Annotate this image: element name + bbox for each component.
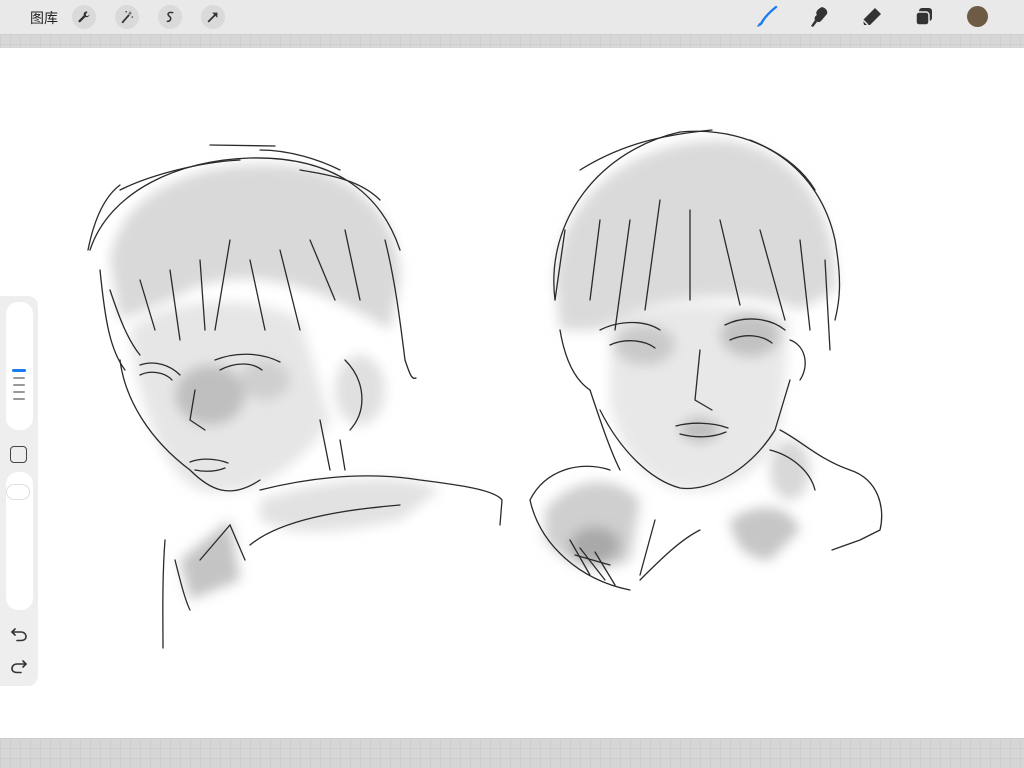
actions-button[interactable]: [72, 5, 96, 29]
left-sidebar: [0, 296, 38, 686]
sketch-artwork: [87, 129, 883, 649]
undo-button[interactable]: [9, 624, 29, 644]
size-tick: [13, 384, 25, 386]
layers-icon: [915, 8, 932, 26]
layers-button[interactable]: [911, 4, 937, 30]
selection-button[interactable]: [158, 5, 182, 29]
bottom-grid-strip: [0, 738, 1024, 768]
gallery-button[interactable]: 图库: [30, 8, 58, 28]
eraser-tool-button[interactable]: [859, 4, 885, 30]
size-tick: [13, 377, 25, 379]
smudge-tool-button[interactable]: [806, 4, 832, 30]
drawing-canvas[interactable]: [0, 48, 1024, 738]
selection-s-icon: [166, 11, 174, 23]
smudge-icon: [811, 7, 828, 27]
adjustments-button[interactable]: [115, 5, 139, 29]
undo-icon: [11, 628, 27, 642]
toolbar-shadow-strip: [0, 34, 1024, 48]
eraser-icon: [862, 8, 881, 26]
left-portrait-shading: [110, 164, 440, 600]
color-picker-button[interactable]: [967, 6, 988, 27]
brush-size-knob[interactable]: [12, 369, 26, 372]
transform-button[interactable]: [201, 5, 225, 29]
size-tick: [13, 391, 25, 393]
redo-icon: [11, 660, 27, 674]
brush-icon: [757, 5, 778, 27]
brush-size-slider[interactable]: [6, 302, 33, 430]
wrench-icon: [78, 11, 90, 23]
modify-button[interactable]: [10, 446, 27, 463]
size-tick: [13, 398, 25, 400]
top-toolbar: 图库: [0, 0, 1024, 34]
opacity-knob[interactable]: [6, 484, 30, 500]
brush-tool-button[interactable]: [754, 4, 780, 30]
arrow-cursor-icon: [207, 12, 218, 23]
magic-wand-icon: [121, 10, 134, 24]
right-portrait-shading: [545, 140, 836, 569]
redo-button[interactable]: [9, 656, 29, 676]
